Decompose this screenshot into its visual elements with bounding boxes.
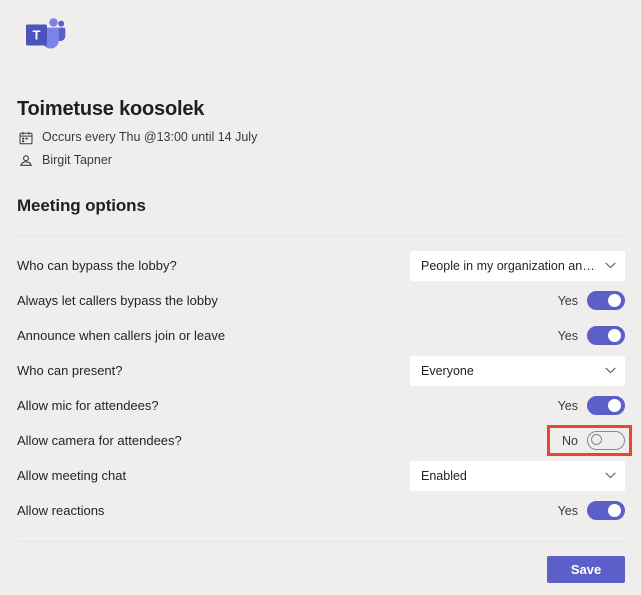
toggle-state-label-always-let-callers-bypass-lobby: Yes [557, 293, 578, 308]
option-row-announce-callers-join-leave: Announce when callers join or leave Yes [17, 318, 625, 353]
toggle-knob [608, 399, 621, 412]
option-label-always-let-callers-bypass-lobby: Always let callers bypass the lobby [17, 292, 218, 308]
meeting-header: Toimetuse koosolek Occurs every Thu @13:… [17, 98, 517, 175]
toggle-knob [608, 329, 621, 342]
toggle-announce-callers-join-leave[interactable]: Yes [558, 326, 625, 345]
option-control-allow-mic-for-attendees: Yes [558, 388, 625, 423]
option-row-who-can-bypass-lobby: Who can bypass the lobby? People in my or… [17, 248, 625, 283]
option-label-allow-camera-for-attendees: Allow camera for attendees? [17, 432, 182, 448]
microsoft-teams-logo: T [22, 14, 66, 56]
divider-top [17, 235, 625, 236]
section-title: Meeting options [17, 196, 146, 215]
option-label-who-can-present: Who can present? [17, 362, 123, 378]
toggle-knob [608, 294, 621, 307]
option-row-allow-mic-for-attendees: Allow mic for attendees? Yes [17, 388, 625, 423]
option-row-allow-reactions: Allow reactions Yes [17, 493, 625, 528]
meeting-recurrence-row: Occurs every Thu @13:00 until 14 July [17, 129, 517, 146]
divider-bottom [17, 541, 625, 542]
toggle-state-label-announce-callers-join-leave: Yes [557, 328, 578, 343]
dropdown-value-allow-meeting-chat: Enabled [421, 468, 467, 483]
save-button[interactable]: Save [547, 556, 625, 583]
option-label-allow-meeting-chat: Allow meeting chat [17, 467, 127, 483]
option-control-who-can-bypass-lobby: People in my organization and gu... [410, 248, 625, 283]
dropdown-who-can-bypass-lobby[interactable]: People in my organization and gu... [410, 250, 625, 281]
toggle-switch-always-let-callers-bypass-lobby[interactable] [587, 291, 625, 310]
dropdown-value-who-can-bypass-lobby: People in my organization and gu... [421, 258, 599, 273]
dropdown-allow-meeting-chat[interactable]: Enabled [410, 460, 625, 491]
toggle-state-label-allow-camera-for-attendees: No [562, 433, 578, 448]
option-control-announce-callers-join-leave: Yes [558, 318, 625, 353]
dropdown-who-can-present[interactable]: Everyone [410, 355, 625, 386]
chevron-down-icon [605, 262, 616, 269]
option-label-allow-reactions: Allow reactions [17, 502, 105, 518]
meeting-organizer-text: Birgit Tapner [42, 153, 112, 167]
page-title: Toimetuse koosolek [17, 98, 205, 120]
option-control-always-let-callers-bypass-lobby: Yes [558, 283, 625, 318]
option-control-allow-meeting-chat: Enabled [410, 458, 625, 493]
option-row-allow-meeting-chat: Allow meeting chat Enabled [17, 458, 625, 493]
toggle-switch-allow-camera-for-attendees[interactable] [587, 431, 625, 450]
option-control-allow-camera-for-attendees: No [562, 423, 625, 458]
option-label-announce-callers-join-leave: Announce when callers join or leave [17, 327, 226, 343]
toggle-knob [591, 434, 602, 445]
option-row-allow-camera-for-attendees: Allow camera for attendees? No [17, 423, 632, 458]
toggle-switch-allow-reactions[interactable] [587, 501, 625, 520]
toggle-allow-camera-for-attendees[interactable]: No [562, 431, 625, 450]
toggle-switch-announce-callers-join-leave[interactable] [587, 326, 625, 345]
toggle-knob [608, 504, 621, 517]
option-control-who-can-present: Everyone [410, 353, 625, 388]
toggle-allow-reactions[interactable]: Yes [558, 501, 625, 520]
meeting-options-list: Who can bypass the lobby? People in my or… [17, 248, 632, 528]
toggle-switch-allow-mic-for-attendees[interactable] [587, 396, 625, 415]
dropdown-value-who-can-present: Everyone [421, 363, 474, 378]
option-row-who-can-present: Who can present? Everyone [17, 353, 625, 388]
option-control-allow-reactions: Yes [558, 493, 625, 528]
chevron-down-icon [605, 367, 616, 374]
option-label-allow-mic-for-attendees: Allow mic for attendees? [17, 397, 159, 413]
svg-text:T: T [33, 28, 41, 43]
option-row-always-let-callers-bypass-lobby: Always let callers bypass the lobby Yes [17, 283, 625, 318]
calendar-icon [17, 129, 34, 146]
toggle-always-let-callers-bypass-lobby[interactable]: Yes [558, 291, 625, 310]
toggle-allow-mic-for-attendees[interactable]: Yes [558, 396, 625, 415]
option-label-who-can-bypass-lobby: Who can bypass the lobby? [17, 257, 177, 273]
person-icon [17, 152, 34, 169]
meeting-organizer-row: Birgit Tapner [17, 152, 517, 169]
toggle-state-label-allow-reactions: Yes [557, 503, 578, 518]
meeting-recurrence-text: Occurs every Thu @13:00 until 14 July [42, 130, 258, 144]
toggle-state-label-allow-mic-for-attendees: Yes [557, 398, 578, 413]
chevron-down-icon [605, 472, 616, 479]
